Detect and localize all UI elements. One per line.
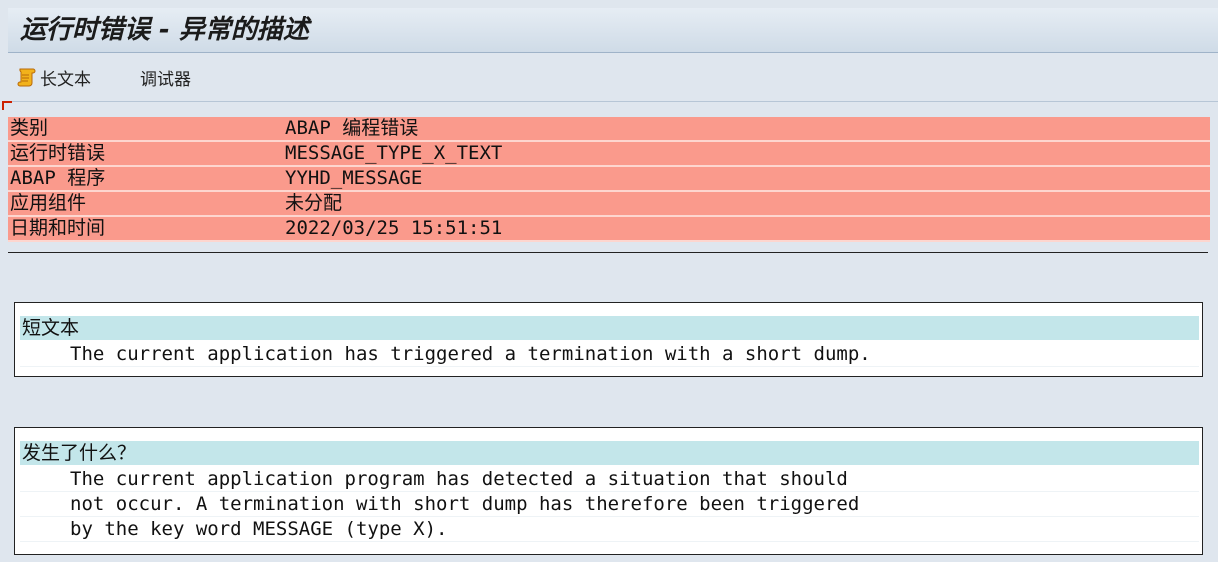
toolbar: 长文本 调试器 — [8, 53, 1218, 102]
what-happened-line: The current application program has dete… — [20, 467, 1199, 492]
window-title: 运行时错误 - 异常的描述 — [20, 15, 309, 45]
info-value: ABAP 编程错误 — [285, 117, 419, 139]
error-info-table: 类别 ABAP 编程错误 运行时错误 MESSAGE_TYPE_X_TEXT A… — [8, 117, 1210, 242]
info-row-program: ABAP 程序 YYHD_MESSAGE — [8, 167, 1210, 192]
info-key: 应用组件 — [10, 192, 87, 214]
debugger-label: 调试器 — [140, 69, 191, 90]
info-value: YYHD_MESSAGE — [285, 167, 423, 189]
info-key: 日期和时间 — [10, 217, 106, 239]
short-text-panel: 短文本 The current application has triggere… — [14, 302, 1203, 377]
long-text-label: 长文本 — [40, 69, 91, 90]
divider — [8, 252, 1208, 253]
scroll-icon — [17, 68, 36, 87]
focus-marker — [2, 101, 12, 110]
info-value: 未分配 — [285, 192, 343, 214]
what-happened-panel: 发生了什么？ The current application program h… — [14, 427, 1203, 555]
info-row-runtime-error: 运行时错误 MESSAGE_TYPE_X_TEXT — [8, 142, 1210, 167]
info-row-datetime: 日期和时间 2022/03/25 15:51:51 — [8, 217, 1210, 242]
info-value: 2022/03/25 15:51:51 — [285, 217, 503, 239]
what-happened-line: not occur. A termination with short dump… — [20, 492, 1199, 517]
info-key: 运行时错误 — [10, 142, 106, 164]
short-text-line: The current application has triggered a … — [20, 342, 1199, 367]
long-text-button[interactable]: 长文本 — [16, 65, 91, 90]
debugger-button[interactable]: 调试器 — [140, 65, 191, 90]
title-bar: 运行时错误 - 异常的描述 — [8, 8, 1218, 53]
what-happened-line: by the key word MESSAGE (type X). — [20, 517, 1199, 542]
info-value: MESSAGE_TYPE_X_TEXT — [285, 142, 503, 164]
info-row-component: 应用组件 未分配 — [8, 192, 1210, 217]
short-text-heading: 短文本 — [20, 316, 1199, 340]
what-happened-heading: 发生了什么？ — [20, 441, 1199, 465]
info-key: ABAP 程序 — [10, 167, 106, 189]
info-row-category: 类别 ABAP 编程错误 — [8, 117, 1210, 142]
info-key: 类别 — [10, 117, 49, 139]
